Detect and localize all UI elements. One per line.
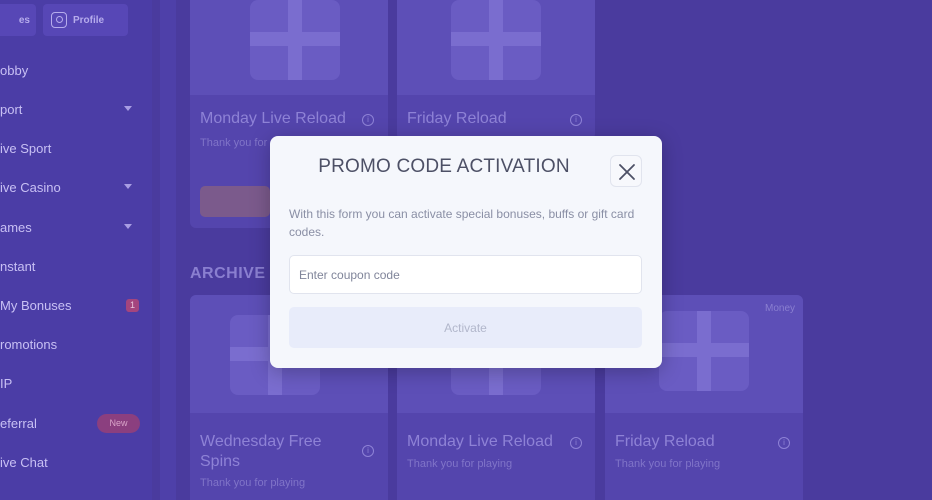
sidebar-item-games[interactable]: ames (0, 212, 152, 242)
sidebar-top-button-left-label: es (18, 14, 30, 26)
sidebar-item-instant[interactable]: nstant (0, 251, 152, 281)
new-badge: New (97, 414, 140, 433)
sidebar-item-label: romotions (0, 336, 58, 352)
sidebar-item-live-chat[interactable]: ive Chat (0, 447, 152, 477)
close-icon (619, 164, 635, 180)
gift-icon (451, 0, 541, 80)
bonus-card[interactable]: Friday Reload i (397, 0, 595, 140)
sidebar-top-button-left[interactable]: es (0, 4, 36, 36)
money-tag: Money (765, 303, 796, 314)
bonus-card-title: Monday Live Reload (200, 110, 346, 127)
sidebar-item-promotions[interactable]: romotions (0, 329, 152, 359)
info-icon[interactable]: i (778, 437, 790, 449)
sidebar-item-my-bonuses[interactable]: My Bonuses 1 (0, 290, 152, 320)
sidebar-item-label: IP (0, 375, 13, 391)
sidebar-item-label: ive Chat (0, 454, 48, 470)
close-button[interactable] (610, 155, 642, 187)
sidebar-item-label: port (0, 101, 23, 117)
content-divider (160, 0, 176, 500)
profile-icon (51, 12, 67, 28)
sidebar-item-label: My Bonuses (0, 297, 72, 313)
profile-button-label: Profile (73, 14, 105, 26)
info-icon[interactable]: i (570, 437, 582, 449)
archive-card-title: Friday Reload (615, 433, 715, 450)
promo-code-modal: PROMO CODE ACTIVATION With this form you… (270, 136, 662, 368)
info-icon[interactable]: i (362, 114, 374, 126)
sidebar-item-vip[interactable]: IP (0, 368, 152, 398)
chevron-down-icon[interactable] (124, 224, 132, 229)
modal-title: PROMO CODE ACTIVATION (318, 156, 570, 177)
archive-heading: ARCHIVE (190, 265, 266, 282)
bonus-card-button[interactable] (200, 186, 270, 217)
archive-card-subtitle: Thank you for playing (407, 458, 513, 470)
archive-card-subtitle: Thank you for playing (200, 477, 306, 489)
gift-icon (659, 311, 749, 391)
bonus-card-image (397, 0, 595, 95)
sidebar-item-label: obby (0, 62, 29, 78)
sidebar-item-live-casino[interactable]: ive Casino (0, 172, 152, 202)
sidebar-item-label: nstant (0, 258, 36, 274)
chevron-down-icon[interactable] (124, 106, 132, 111)
sidebar-item-lobby[interactable]: obby (0, 55, 152, 85)
bonus-card-title: Friday Reload (407, 110, 507, 127)
info-icon[interactable]: i (570, 114, 582, 126)
info-icon[interactable]: i (362, 445, 374, 457)
sidebar-top-buttons: es Profile (0, 4, 130, 36)
bonus-count-badge: 1 (126, 299, 139, 312)
coupon-code-input[interactable] (289, 255, 642, 294)
sidebar-item-live-sport[interactable]: ive Sport (0, 133, 152, 163)
archive-card-title-line2: Spins (200, 453, 241, 470)
gift-icon (250, 0, 340, 80)
sidebar: es Profile obby port ive Sport ive Casin… (0, 0, 152, 500)
sidebar-item-label: eferral (0, 415, 37, 431)
profile-button[interactable]: Profile (43, 4, 128, 36)
sidebar-item-label: ive Sport (0, 140, 52, 156)
archive-card-subtitle: Thank you for playing (615, 458, 721, 470)
archive-card-title: Wednesday Free (200, 433, 322, 450)
chevron-down-icon[interactable] (124, 184, 132, 189)
sidebar-item-sport[interactable]: port (0, 94, 152, 124)
bonus-card-image (190, 0, 388, 95)
sidebar-item-referral[interactable]: eferral New (0, 408, 152, 438)
sidebar-item-label: ames (0, 219, 32, 235)
bonus-card-subtitle: Thank you for (200, 137, 268, 149)
activate-button[interactable]: Activate (289, 307, 642, 348)
archive-card-title: Monday Live Reload (407, 433, 553, 450)
modal-description: With this form you can activate special … (289, 207, 635, 239)
sidebar-item-label: ive Casino (0, 179, 61, 195)
